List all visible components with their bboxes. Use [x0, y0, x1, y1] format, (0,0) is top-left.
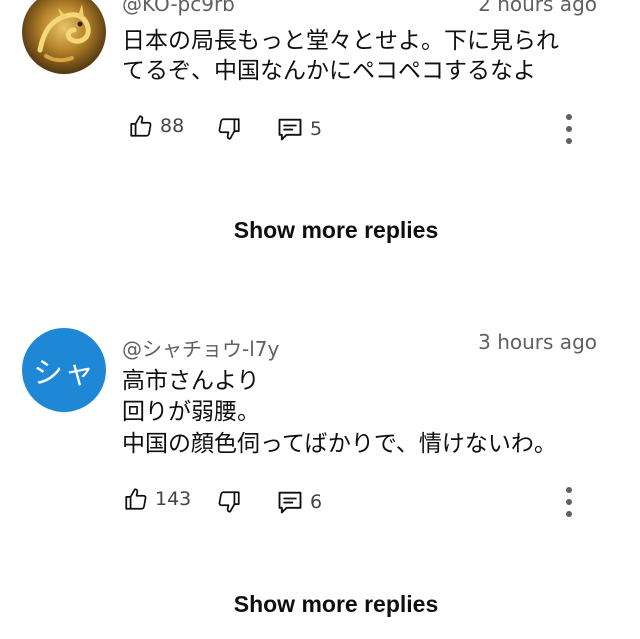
show-more-replies-button[interactable]: Show more replies — [0, 591, 640, 618]
like-count: 143 — [155, 488, 192, 510]
comment-icon — [278, 118, 302, 141]
comment-text-line: 回りが弱腰。 — [122, 399, 260, 425]
comment-text-line: 日本の局長もっと堂々とせよ。下に見られ — [122, 28, 559, 54]
reply-count: 5 — [310, 118, 323, 140]
reply-count: 6 — [310, 491, 323, 513]
user-avatar[interactable]: シャ — [22, 328, 106, 412]
comment-timestamp: 3 hours ago — [478, 330, 597, 354]
show-more-replies-button[interactable]: Show more replies — [0, 217, 640, 244]
comment-author-handle[interactable]: @シャチョウ-l7y — [122, 333, 279, 362]
more-options-icon[interactable] — [562, 487, 576, 517]
comment-icon — [278, 491, 302, 514]
comment-text-line: てるぞ、中国なんかにペコペコするなよ — [122, 58, 536, 84]
reply-button[interactable]: 6 — [276, 488, 322, 516]
thumbs-up-icon — [125, 488, 147, 510]
thumbs-down-icon — [218, 118, 240, 140]
like-button[interactable]: 143 — [123, 486, 191, 512]
comment-timestamp: 2 hours ago — [478, 0, 597, 16]
like-button[interactable]: 88 — [128, 113, 184, 139]
dislike-button[interactable] — [216, 116, 242, 142]
dragon-avatar[interactable] — [22, 0, 106, 74]
thumbs-up-icon — [130, 115, 152, 137]
reply-button[interactable]: 5 — [276, 115, 322, 143]
thumbs-down-icon — [218, 491, 240, 513]
more-options-icon[interactable] — [562, 114, 576, 144]
like-count: 88 — [160, 115, 185, 137]
comment-text-line: 高市さんより — [122, 368, 260, 394]
comment-author-handle[interactable]: @KO-pc9rb — [122, 0, 235, 16]
comment-text-line: 中国の顔色伺ってばかりで、情けないわ。 — [122, 431, 557, 457]
dislike-button[interactable] — [216, 489, 242, 515]
